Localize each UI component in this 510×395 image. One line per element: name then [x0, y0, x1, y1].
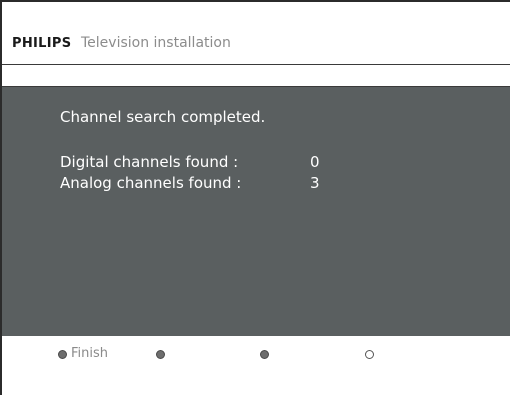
menu-header: PHILIPS Television installation — [2, 2, 510, 65]
analog-channels-count: 3 — [310, 174, 320, 192]
finish-label: Finish — [71, 346, 109, 361]
red-button-dot-icon — [58, 350, 67, 359]
color-key-bar: Finish — [2, 336, 510, 395]
header-separator — [2, 65, 510, 85]
analog-channels-label: Analog channels found : — [60, 174, 242, 192]
digital-channels-label: Digital channels found : — [60, 153, 239, 171]
menu-title: Television installation — [81, 35, 231, 51]
blue-button-dot-icon[interactable] — [365, 350, 374, 359]
brand-logo: PHILIPS — [12, 36, 72, 51]
yellow-button-dot-icon[interactable] — [260, 350, 269, 359]
search-status-text: Channel search completed. — [60, 108, 266, 126]
green-button-dot-icon[interactable] — [156, 350, 165, 359]
digital-channels-count: 0 — [310, 153, 320, 171]
tv-menu-window: PHILIPS Television installation Channel … — [0, 0, 510, 395]
search-result-panel: Channel search completed. Digital channe… — [2, 86, 510, 336]
